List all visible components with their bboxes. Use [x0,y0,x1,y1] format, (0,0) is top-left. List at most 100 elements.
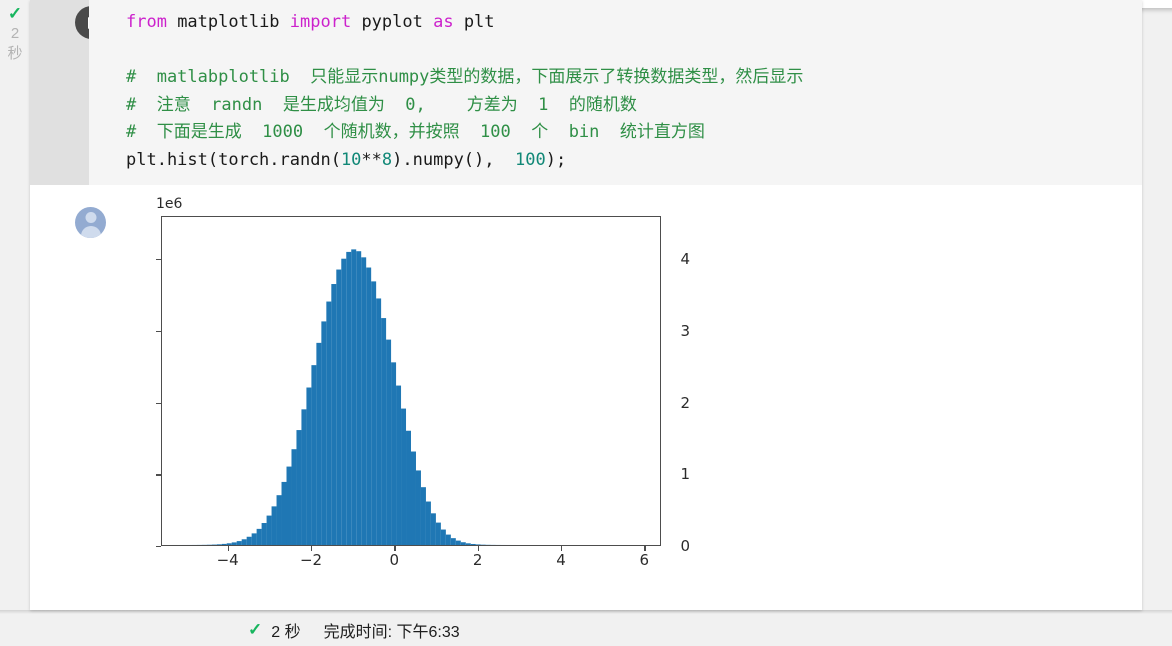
histogram-bar [231,542,237,545]
x-axis-tick-mark [477,546,479,551]
x-axis-tick-label: 0 [389,551,400,569]
histogram-bar [465,543,471,545]
x-axis-tick-mark [394,546,396,551]
y-axis-tick-label: 3 [680,321,690,340]
notebook-cell: from matplotlib import pyplot as plt # m… [30,0,1142,610]
histogram-bar [266,515,272,545]
histogram-bar [271,506,277,545]
execution-duration-unit: 秒 [7,45,23,62]
x-axis-tick-label: 6 [639,551,650,569]
histogram-bar [246,536,252,545]
y-axis-tick-label: 1 [680,465,690,484]
user-avatar [75,207,106,238]
x-axis-tick-label: 2 [472,551,483,569]
histogram-bar [430,513,436,545]
matplotlib-figure: 1e6 0 1 2 3 4 −4 −2 0 2 4 6 [130,195,690,585]
histogram-bar [286,466,292,545]
histogram-bar [425,501,431,545]
histogram-bar [326,301,332,545]
histogram-bar [411,451,416,545]
histogram-bar [435,522,441,545]
x-axis-tick-label: −2 [299,551,323,569]
code-token: ).numpy(), [392,149,515,170]
histogram-bar [321,321,327,545]
code-token: plt [463,12,495,32]
code-token: ); [545,149,567,170]
histogram-bar [306,387,312,545]
code-line: from matplotlib import pyplot as plt [126,9,1142,37]
code-editor[interactable]: from matplotlib import pyplot as plt # m… [89,0,1142,185]
code-token: from [126,12,178,32]
histogram-bar [470,543,476,545]
histogram-bar [221,543,227,545]
histogram-bars [171,249,516,545]
histogram-bar [450,538,456,545]
histogram-bar [415,470,421,545]
histogram-bar [236,541,242,545]
histogram-bar [311,365,317,545]
x-axis-tick-mark [227,546,229,551]
code-token: plt.hist(torch.randn( [126,149,341,170]
code-token: as [433,12,464,32]
x-axis-tick-label: 4 [556,551,566,569]
histogram-bar [251,533,257,545]
avatar-head-shape [85,212,96,223]
histogram-bar [341,258,347,545]
y-axis-offset-label: 1e6 [156,196,183,212]
histogram-bar [406,430,411,545]
histogram-bar [391,362,397,545]
cell-run-gutter [30,0,108,185]
code-line: # 注意 randn 是生成均值为 0, 方差为 1 的随机数 [126,92,1142,120]
histogram-bar [371,281,377,545]
code-token: ** [361,149,382,170]
code-line: # matlabplotlib 只能显示numpy类型的数据，下面展示了转换数据… [126,64,1142,92]
x-axis-tick-mark [561,546,563,551]
histogram-bar [346,251,352,545]
status-finished-time-label: 完成时间: 下午6:33 [323,624,460,641]
histogram-bar [361,257,367,545]
histogram-bar [226,543,232,545]
code-token: pyplot [361,12,434,32]
histogram-bar [420,487,426,545]
y-axis-tick-label: 2 [680,393,690,412]
execution-duration-value: 2 [10,25,20,42]
y-axis-tick-label: 4 [680,250,690,269]
execution-status-rail: ✓ 2 秒 [0,0,30,90]
avatar-body-shape [80,226,101,238]
histogram-bar [336,269,342,545]
histogram-bar [381,318,387,545]
histogram-bar [256,528,262,545]
histogram-bar [460,542,466,545]
histogram-bar [356,251,362,545]
x-axis-tick-mark [311,546,313,551]
status-duration-label: 2 秒 [271,624,301,641]
histogram-bar [301,409,307,545]
code-token: 8 [381,149,393,170]
histogram-bar [401,408,407,545]
code-token: import [289,12,362,32]
code-token: # 注意 randn 是生成均值为 0, 方差为 1 的随机数 [126,94,637,115]
code-token: 100 [514,149,546,170]
histogram-bar [276,495,282,545]
status-success-check-icon: ✓ [248,620,263,639]
histogram-bar [291,449,297,545]
code-token: 10 [340,149,362,170]
histogram-bar [296,430,302,545]
histogram-bar [396,385,402,545]
histogram-bar [455,540,461,545]
status-bar: ✓ 2 秒 完成时间: 下午6:33 [0,614,1172,646]
x-axis-tick-mark [644,546,646,551]
cell-output-area: 1e6 0 1 2 3 4 −4 −2 0 2 4 6 [30,185,1142,610]
histogram-bar [386,339,392,545]
histogram-bar [316,342,322,545]
histogram-bar [216,544,222,545]
code-token: # matlabplotlib 只能显示numpy类型的数据，下面展示了转换数据… [126,67,804,87]
histogram-bar [241,539,247,545]
code-line: plt.hist(torch.randn(10**8).numpy(), 100… [126,147,1142,175]
code-line: # 下面是生成 1000 个随机数，并按照 100 个 bin 统计直方图 [126,119,1142,147]
histogram-bar [475,544,481,545]
y-axis-tick-label: 0 [680,537,690,555]
execution-success-check-icon: ✓ [7,4,23,23]
histogram-bar [445,534,451,545]
